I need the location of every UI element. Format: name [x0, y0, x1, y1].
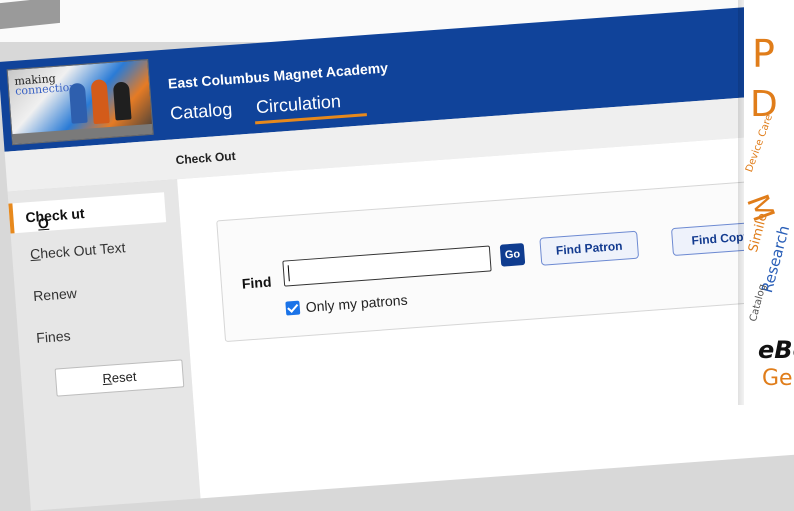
only-my-patrons-checkbox[interactable] — [285, 300, 301, 316]
logo-bar — [12, 123, 153, 145]
sidebar-item-label: Check Out — [24, 205, 86, 232]
app-screen: making connections East Columbus Magnet … — [0, 1, 794, 511]
sidebar-item-check-out[interactable]: Check Out — [8, 192, 167, 234]
text-caret — [287, 265, 290, 282]
page-title: Check Out — [175, 148, 237, 168]
reset-button[interactable]: Reset — [54, 359, 185, 397]
cloud-word: Gen — [762, 366, 794, 391]
only-my-patrons-label: Only my patrons — [305, 291, 409, 316]
cloud-word: P — [752, 32, 775, 76]
sidebar-item-check-out-text[interactable]: Check Out Text — [30, 239, 126, 262]
sidebar-item-label: Renew — [32, 284, 78, 305]
logo-figure — [112, 81, 132, 121]
tab-circulation[interactable]: Circulation — [255, 91, 341, 118]
find-patron-button[interactable]: Find Patron — [539, 230, 640, 266]
only-my-patrons-option[interactable]: Only my patrons — [285, 292, 408, 317]
sidebar: Check Out Check Out Text Renew Fines Res… — [7, 179, 201, 511]
school-logo: making connections — [6, 58, 154, 146]
sidebar-item-label: Check Out Text — [29, 239, 126, 263]
sidebar-item-renew[interactable]: Renew — [33, 285, 78, 304]
logo-figure — [90, 79, 110, 125]
sidebar-item-label: Fines — [35, 327, 72, 346]
word-cloud-paper: P D Device Care Simile Research M Catalo… — [744, 0, 794, 405]
cloud-word: Catalog — [748, 282, 769, 323]
dark-corner — [0, 0, 60, 30]
tab-catalog[interactable]: Catalog — [170, 99, 233, 124]
school-name: East Columbus Magnet Academy — [167, 59, 389, 92]
cloud-word: eBo — [758, 336, 794, 364]
find-input[interactable] — [282, 245, 492, 287]
main-content: Find Go Find Patron Find Copy Only my pa… — [177, 132, 794, 499]
go-button[interactable]: Go — [499, 242, 526, 267]
logo-figure — [68, 82, 88, 124]
sidebar-item-fines[interactable]: Fines — [36, 327, 71, 345]
cloud-word: M — [744, 190, 781, 227]
find-label: Find — [241, 273, 272, 292]
find-panel: Find Go Find Patron Find Copy Only my pa… — [216, 177, 794, 343]
